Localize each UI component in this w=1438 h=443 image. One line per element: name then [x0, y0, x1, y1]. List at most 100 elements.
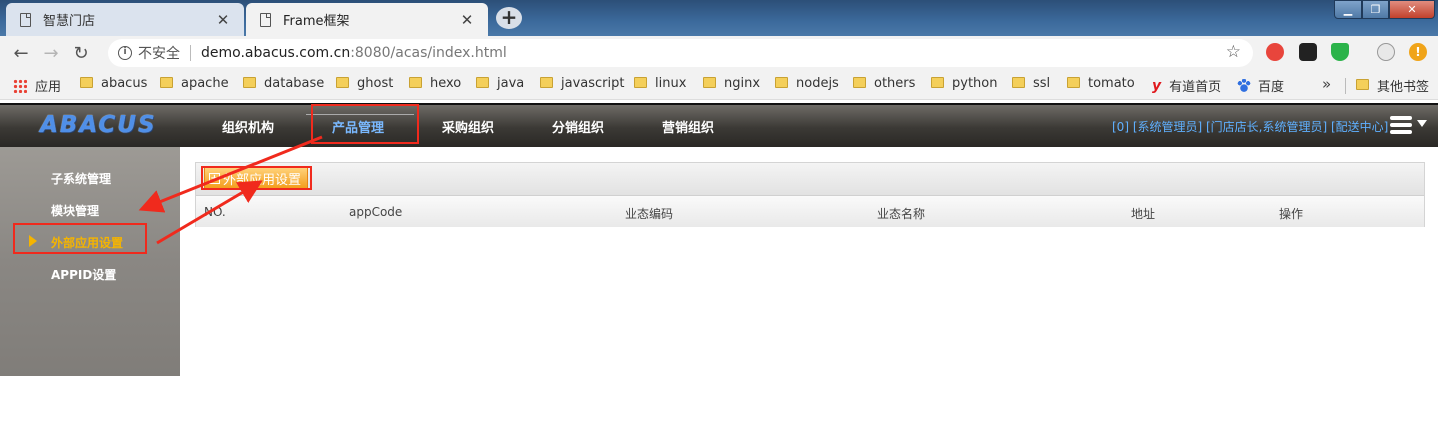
annotation-box-product — [311, 104, 419, 144]
bookmark-label: hexo — [430, 76, 462, 91]
bookmark-label: database — [264, 76, 325, 91]
bookmark-label: 应用 — [35, 80, 62, 95]
window-minimize-button[interactable]: ▁ — [1334, 0, 1362, 19]
folder-icon — [160, 77, 173, 88]
update-alert-icon[interactable]: ! — [1409, 43, 1427, 61]
bookmark-other-bookmarks[interactable]: 其他书签 — [1356, 76, 1429, 95]
new-tab-button[interactable]: + — [496, 7, 522, 29]
window-maximize-button[interactable]: ❐ — [1362, 0, 1389, 19]
table-header: NO. appCode 业态编码 业态名称 地址 操作 — [196, 196, 1424, 227]
tab-title: Frame框架 — [283, 14, 350, 29]
extension-red-icon[interactable] — [1266, 43, 1284, 61]
bookmark-baidu[interactable]: 百度 — [1237, 76, 1284, 95]
bookmark-label: apache — [181, 76, 229, 91]
bookmark-label: 其他书签 — [1377, 80, 1430, 95]
bookmark-label: javascript — [561, 76, 625, 91]
panel-toolbar: + 外部应用设置 — [196, 163, 1424, 196]
back-button[interactable]: ← — [6, 38, 36, 68]
extension-soccer-icon[interactable] — [1377, 43, 1395, 61]
bookmarks-divider — [1345, 78, 1346, 94]
bookmark-abacus[interactable]: abacus — [80, 76, 147, 91]
browser-tab-1[interactable]: 智慧门店 ✕ — [6, 3, 244, 36]
bookmark-ghost[interactable]: ghost — [336, 76, 393, 91]
bookmark-apps[interactable]: 应用 — [13, 76, 61, 95]
topnav-marketing[interactable]: 营销组织 — [662, 117, 714, 136]
reload-button[interactable]: ↻ — [66, 38, 96, 68]
column-no: NO. — [204, 205, 226, 219]
address-bar[interactable]: i 不安全 demo.abacus.com.cn :8080/acas/inde… — [108, 39, 1253, 67]
extension-tampermonkey-icon[interactable] — [1299, 43, 1317, 61]
bookmark-nginx[interactable]: nginx — [703, 76, 760, 91]
bookmark-youdao[interactable]: y 有道首页 — [1152, 76, 1222, 96]
url-path[interactable]: :8080/acas/index.html — [350, 45, 507, 61]
sidebar-item-subsystem[interactable]: 子系统管理 — [51, 170, 111, 187]
address-divider — [190, 45, 191, 61]
baidu-icon — [1237, 78, 1251, 93]
topnav-org[interactable]: 组织机构 — [222, 117, 274, 136]
topnav-purchase[interactable]: 采购组织 — [442, 117, 494, 136]
bookmark-label: python — [952, 76, 998, 91]
annotation-box-sidebar — [13, 223, 147, 254]
browser-tab-2[interactable]: Frame框架 ✕ — [246, 3, 488, 36]
folder-icon — [336, 77, 349, 88]
folder-icon — [1356, 79, 1369, 90]
bookmarks-overflow-button[interactable]: » — [1322, 75, 1331, 93]
bookmark-label: ghost — [357, 76, 394, 91]
bookmark-label: nodejs — [796, 76, 839, 91]
document-icon — [20, 12, 31, 27]
sidebar-item-appid[interactable]: APPID设置 — [51, 266, 116, 283]
info-icon[interactable]: i — [118, 46, 132, 60]
bookmark-apache[interactable]: apache — [160, 76, 229, 91]
column-format-name: 业态名称 — [877, 207, 926, 221]
bookmark-label: linux — [655, 76, 687, 91]
tab-close-icon[interactable]: ✕ — [214, 11, 232, 29]
annotation-box-add-button — [201, 166, 312, 190]
bookmark-others[interactable]: others — [853, 76, 915, 91]
tab-close-icon[interactable]: ✕ — [458, 11, 476, 29]
folder-icon — [476, 77, 489, 88]
folder-icon — [1012, 77, 1025, 88]
sidebar-item-module[interactable]: 模块管理 — [51, 202, 99, 219]
user-roles[interactable]: [0] [系统管理员] [门店店长,系统管理员] [配送中心] — [1112, 118, 1388, 135]
folder-icon — [409, 77, 422, 88]
window-close-button[interactable]: ✕ — [1389, 0, 1435, 19]
bookmarks-bar: 应用 abacus apache database ghost hexo jav… — [0, 70, 1438, 100]
column-actions: 操作 — [1279, 207, 1304, 221]
document-icon — [260, 12, 271, 27]
insecure-label[interactable]: 不安全 — [138, 43, 180, 63]
bookmark-star-icon[interactable]: ☆ — [1226, 42, 1241, 62]
bookmark-ssl[interactable]: ssl — [1012, 76, 1050, 91]
folder-icon — [931, 77, 944, 88]
browser-tabstrip: 智慧门店 ✕ Frame框架 ✕ + ▁ ❐ ✕ — [0, 0, 1438, 36]
bookmark-label: tomato — [1088, 76, 1135, 91]
bookmark-linux[interactable]: linux — [634, 76, 686, 91]
bookmark-label: java — [497, 76, 525, 91]
bookmark-java[interactable]: java — [476, 76, 524, 91]
folder-icon — [853, 77, 866, 88]
column-address: 地址 — [1131, 207, 1156, 221]
content-panel: + 外部应用设置 NO. appCode 业态编码 业态名称 地址 操作 — [195, 162, 1425, 227]
forward-button[interactable]: → — [36, 38, 66, 68]
extension-shield-icon[interactable] — [1331, 43, 1349, 61]
menu-icon[interactable] — [1390, 116, 1412, 134]
folder-icon — [80, 77, 93, 88]
bookmark-label: 百度 — [1258, 80, 1285, 95]
app-header: ABACUS 组织机构 产品管理 采购组织 分销组织 营销组织 [0] [系统管… — [0, 103, 1438, 147]
bookmark-label: abacus — [101, 76, 148, 91]
chevron-down-icon[interactable] — [1417, 120, 1427, 127]
bookmark-label: nginx — [724, 76, 761, 91]
app-logo: ABACUS — [40, 112, 157, 138]
bookmark-hexo[interactable]: hexo — [409, 76, 461, 91]
apps-icon — [13, 78, 27, 93]
bookmark-python[interactable]: python — [931, 76, 997, 91]
url-host[interactable]: demo.abacus.com.cn — [201, 45, 350, 61]
folder-icon — [775, 77, 788, 88]
bookmark-database[interactable]: database — [243, 76, 324, 91]
bookmark-label: 有道首页 — [1169, 80, 1222, 95]
bookmark-javascript[interactable]: javascript — [540, 76, 624, 91]
bookmark-label: ssl — [1033, 76, 1051, 91]
bookmark-label: others — [874, 76, 916, 91]
bookmark-nodejs[interactable]: nodejs — [775, 76, 839, 91]
bookmark-tomato[interactable]: tomato — [1067, 76, 1135, 91]
topnav-distribution[interactable]: 分销组织 — [552, 117, 604, 136]
